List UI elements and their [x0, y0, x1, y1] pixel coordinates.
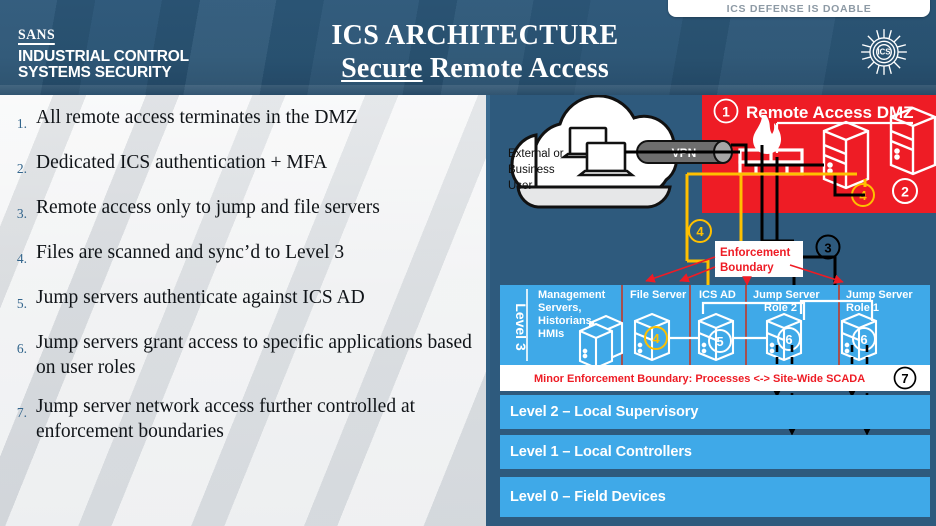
page-title-line2: Secure Remote Access [255, 52, 695, 86]
jump-server-role2-badge-label: 6 [785, 332, 792, 347]
list-item: 3. Remote access only to jump and file s… [6, 195, 476, 226]
level2-band: Level 2 – Local Supervisory [500, 395, 930, 429]
list-item-text: Files are scanned and sync’d to Level 3 [36, 242, 345, 263]
slide: ICS DEFENSE IS DOABLE SANS INDUSTRIAL CO… [0, 0, 936, 526]
sans-wordmark: SANS [18, 27, 56, 45]
list-item: 7. Jump server network access further co… [6, 394, 476, 444]
list-item-number: 2. [16, 161, 27, 176]
list-item: 5. Jump servers authenticate against ICS… [6, 285, 476, 316]
minor-enforcement-text: Minor Enforcement Boundary: Processes <-… [534, 373, 865, 385]
level3-col3-label-line0: Jump Server [753, 289, 820, 301]
page-title-line1: ICS ARCHITECTURE [331, 20, 619, 51]
list-item-number: 5. [16, 296, 27, 311]
sans-logo-subtitle-line1: INDUSTRIAL CONTROL [18, 48, 189, 65]
ics-gear-label: ICS [878, 48, 891, 57]
list-item: 4. Files are scanned and sync’d to Level… [6, 240, 476, 271]
bullet-list: 1. All remote access terminates in the D… [6, 105, 476, 444]
list-item-number: 7. [16, 405, 27, 420]
list-item-text: Jump servers grant access to specific ap… [36, 332, 472, 378]
level3-col4-label-line1: Role 1 [846, 302, 879, 314]
level2-label: Level 2 – Local Supervisory [510, 404, 699, 420]
ics-defense-tab-label: ICS DEFENSE IS DOABLE [726, 3, 872, 15]
list-item: 2. Dedicated ICS authentication + MFA [6, 150, 476, 181]
level3-col1-label: File Server [630, 289, 687, 301]
ics-defense-tab: ICS DEFENSE IS DOABLE [668, 0, 930, 17]
level1-label: Level 1 – Local Controllers [510, 444, 692, 460]
list-item-text: Dedicated ICS authentication + MFA [36, 152, 328, 173]
page-title: ICS ARCHITECTURE Secure Remote Access [255, 20, 695, 86]
dmz-title: Remote Access DMZ [746, 103, 914, 122]
list-item-number: 6. [16, 341, 27, 356]
cloud-label-line1: External or [508, 148, 564, 160]
laptop-icon-front [576, 141, 636, 177]
jump-server-role1-badge-label: 6 [860, 332, 867, 347]
architecture-diagram: 1 Remote Access DMZ External or Business… [494, 95, 936, 526]
ics-ad-badge-label: 5 [716, 334, 723, 349]
list-item-number: 1. [16, 116, 27, 131]
level3-col0-label-line3: HMIs [538, 328, 564, 340]
dmz-badge-2-label: 2 [901, 184, 909, 200]
list-item-text: All remote access terminates in the DMZ [36, 107, 358, 128]
mid-badge-3-label: 3 [824, 241, 831, 256]
dmz-badge-1-label: 1 [722, 104, 730, 120]
level0-label: Level 0 – Field Devices [510, 489, 666, 505]
slide-header: ICS DEFENSE IS DOABLE SANS INDUSTRIAL CO… [0, 0, 936, 95]
list-item-number: 3. [16, 206, 27, 221]
list-item-text: Jump server network access further contr… [36, 396, 416, 442]
enforcement-boundary-line1: Enforcement [720, 247, 790, 259]
page-title-line2-rest: Remote Access [422, 53, 609, 84]
mid-badge-4-label: 4 [696, 224, 704, 239]
level3-col2-label: ICS AD [699, 289, 736, 301]
level1-band: Level 1 – Local Controllers [500, 435, 930, 469]
level3-col4-label-line0: Jump Server [846, 289, 913, 301]
minor-enforcement-badge-label: 7 [901, 371, 908, 386]
level3-col0-label-line0: Management [538, 289, 606, 301]
list-item-text: Jump servers authenticate against ICS AD [36, 287, 365, 308]
sans-logo-subtitle: INDUSTRIAL CONTROL SYSTEMS SECURITY [18, 49, 189, 81]
level3-col0-label-line2: Historians, [538, 315, 595, 327]
file-server-badge-label: 4 [652, 331, 660, 346]
page-title-emphasis: Secure [341, 53, 423, 84]
enforcement-boundary-line2: Boundary [720, 262, 774, 274]
list-item: 6. Jump servers grant access to specific… [6, 330, 476, 380]
cloud-label-line2: Business [508, 164, 555, 176]
level0-band: Level 0 – Field Devices [500, 477, 930, 517]
ics-gear-icon: ICS [861, 29, 907, 75]
list-item-text: Remote access only to jump and file serv… [36, 197, 380, 218]
sans-logo: SANS INDUSTRIAL CONTROL SYSTEMS SECURITY [18, 26, 189, 81]
list-item: 1. All remote access terminates in the D… [6, 105, 476, 136]
cloud-label-line3: User [508, 180, 532, 192]
bullet-panel: 1. All remote access terminates in the D… [0, 95, 490, 526]
level3-col0-label-line1: Servers, [538, 302, 581, 314]
list-item-number: 4. [16, 251, 27, 266]
sans-logo-subtitle-line2: SYSTEMS SECURITY [18, 64, 172, 81]
